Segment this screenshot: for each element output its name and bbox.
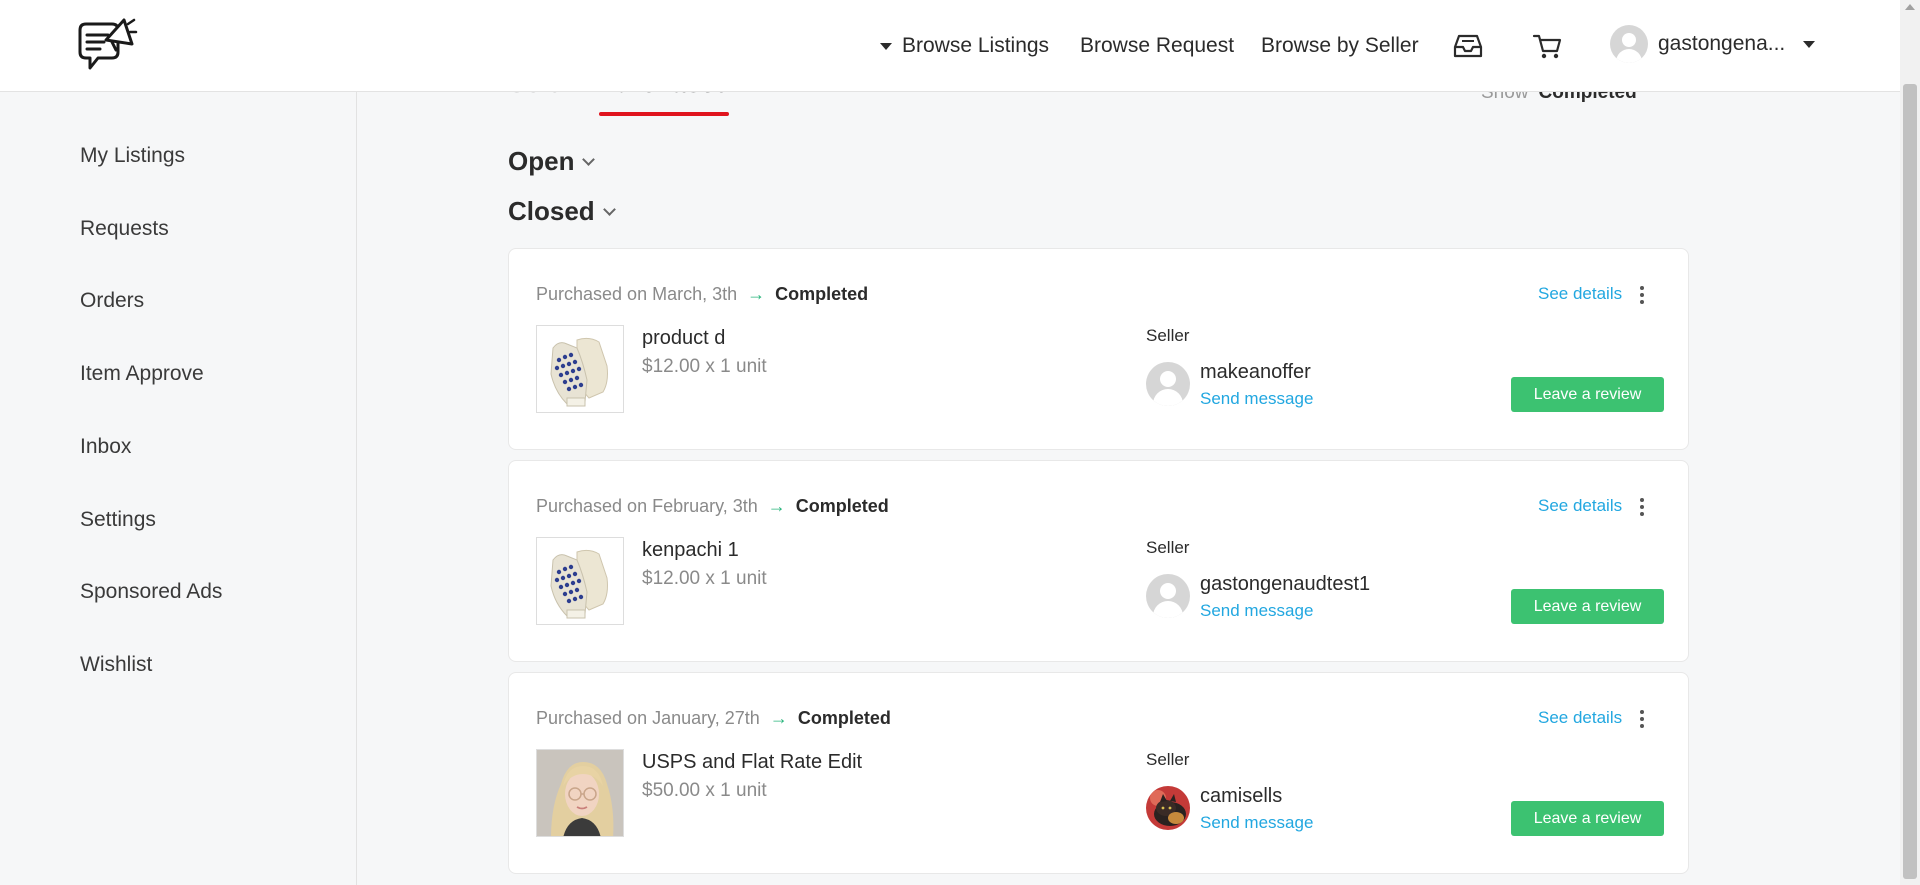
product-name[interactable]: product d <box>642 327 725 350</box>
order-status: Completed <box>797 708 891 728</box>
product-name[interactable]: USPS and Flat Rate Edit <box>642 751 862 774</box>
seller-name[interactable]: makeanoffer <box>1200 361 1311 384</box>
sidebar-item-my-listings[interactable]: My Listings <box>80 144 185 168</box>
more-options-icon[interactable] <box>1639 286 1645 304</box>
browse-by-seller-label: Browse by Seller <box>1261 34 1419 57</box>
product-price: $12.00 x 1 unit <box>642 356 767 377</box>
see-details-link[interactable]: See details <box>1538 708 1622 728</box>
leave-review-button[interactable]: Leave a review <box>1511 589 1664 624</box>
send-message-link[interactable]: Send message <box>1200 389 1313 409</box>
chevron-down-icon <box>582 153 596 166</box>
seller-label: Seller <box>1146 326 1190 345</box>
arrow-right-icon: → <box>747 284 766 304</box>
send-message-link[interactable]: Send message <box>1200 813 1313 833</box>
orders-main-content: Sold Purchased ShowCompleted Open Closed… <box>358 0 1900 885</box>
order-card: Purchased on January, 27th → Completed S… <box>508 672 1689 874</box>
order-status: Completed <box>795 496 889 516</box>
product-thumbnail[interactable] <box>536 749 624 837</box>
arrow-right-icon: → <box>767 496 786 516</box>
seller-name[interactable]: gastongenaudtest1 <box>1200 573 1370 596</box>
scroll-up-arrow-icon[interactable] <box>1905 4 1915 10</box>
seller-name[interactable]: camisells <box>1200 785 1282 808</box>
more-options-icon[interactable] <box>1639 710 1645 728</box>
purchase-date: Purchased on February, 3th <box>536 496 758 516</box>
leave-review-button[interactable]: Leave a review <box>1511 377 1664 412</box>
user-account-menu[interactable]: gastongena... <box>1610 24 1816 64</box>
order-meta: Purchased on March, 3th → Completed <box>536 284 868 305</box>
product-name[interactable]: kenpachi 1 <box>642 539 739 562</box>
seller-avatar[interactable] <box>1146 574 1190 618</box>
scrollbar-thumb[interactable] <box>1903 84 1917 879</box>
more-options-icon[interactable] <box>1639 498 1645 516</box>
order-meta: Purchased on January, 27th → Completed <box>536 708 891 729</box>
purchase-date: Purchased on January, 27th <box>536 708 760 728</box>
purchase-date: Purchased on March, 3th <box>536 284 738 304</box>
inbox-tray-icon[interactable] <box>1452 0 1484 92</box>
caret-down-icon <box>1803 40 1816 48</box>
sidebar-item-orders[interactable]: Orders <box>80 289 144 313</box>
seller-avatar[interactable] <box>1146 786 1190 830</box>
browse-listings-dropdown[interactable]: Browse Listings <box>880 0 1049 92</box>
open-section-title: Open <box>508 146 575 176</box>
product-thumbnail[interactable] <box>536 537 624 625</box>
sidebar-item-requests[interactable]: Requests <box>80 217 169 241</box>
sidebar-item-sponsored-ads[interactable]: Sponsored Ads <box>80 580 222 604</box>
browse-request-label: Browse Request <box>1080 34 1235 57</box>
caret-down-icon <box>880 42 892 50</box>
browse-request-link[interactable]: Browse Request <box>1080 0 1234 92</box>
browse-listings-label: Browse Listings <box>902 34 1050 57</box>
leave-review-button[interactable]: Leave a review <box>1511 801 1664 836</box>
open-section-toggle[interactable]: Open <box>508 146 596 177</box>
closed-section-toggle[interactable]: Closed <box>508 196 616 227</box>
order-meta: Purchased on February, 3th → Completed <box>536 496 889 517</box>
product-price: $50.00 x 1 unit <box>642 780 767 801</box>
user-avatar <box>1610 25 1648 63</box>
product-thumbnail[interactable] <box>536 325 624 413</box>
top-navigation-bar: Browse Listings Browse Request Browse by… <box>0 0 1900 92</box>
seller-label: Seller <box>1146 538 1190 557</box>
seller-avatar[interactable] <box>1146 362 1190 406</box>
sidebar-item-inbox[interactable]: Inbox <box>80 435 131 459</box>
account-sidebar: My Listings Requests Orders Item Approve… <box>0 92 357 885</box>
shopping-cart-icon[interactable] <box>1532 0 1562 92</box>
order-card: Purchased on March, 3th → Completed See … <box>508 248 1689 450</box>
sidebar-item-wishlist[interactable]: Wishlist <box>80 653 152 677</box>
user-name: gastongena... <box>1658 32 1786 55</box>
send-message-link[interactable]: Send message <box>1200 601 1313 621</box>
arrow-right-icon: → <box>769 708 788 728</box>
browse-by-seller-link[interactable]: Browse by Seller <box>1261 0 1419 92</box>
see-details-link[interactable]: See details <box>1538 496 1622 516</box>
closed-section-title: Closed <box>508 196 595 226</box>
active-tab-indicator <box>599 112 729 116</box>
product-price: $12.00 x 1 unit <box>642 568 767 589</box>
sidebar-item-settings[interactable]: Settings <box>80 508 156 532</box>
chevron-down-icon <box>602 203 616 216</box>
order-card: Purchased on February, 3th → Completed S… <box>508 460 1689 662</box>
site-logo-icon[interactable] <box>76 14 138 78</box>
page-scrollbar[interactable] <box>1900 0 1920 885</box>
see-details-link[interactable]: See details <box>1538 284 1622 304</box>
seller-label: Seller <box>1146 750 1190 769</box>
sidebar-item-item-approve[interactable]: Item Approve <box>80 362 204 386</box>
order-status: Completed <box>775 284 869 304</box>
